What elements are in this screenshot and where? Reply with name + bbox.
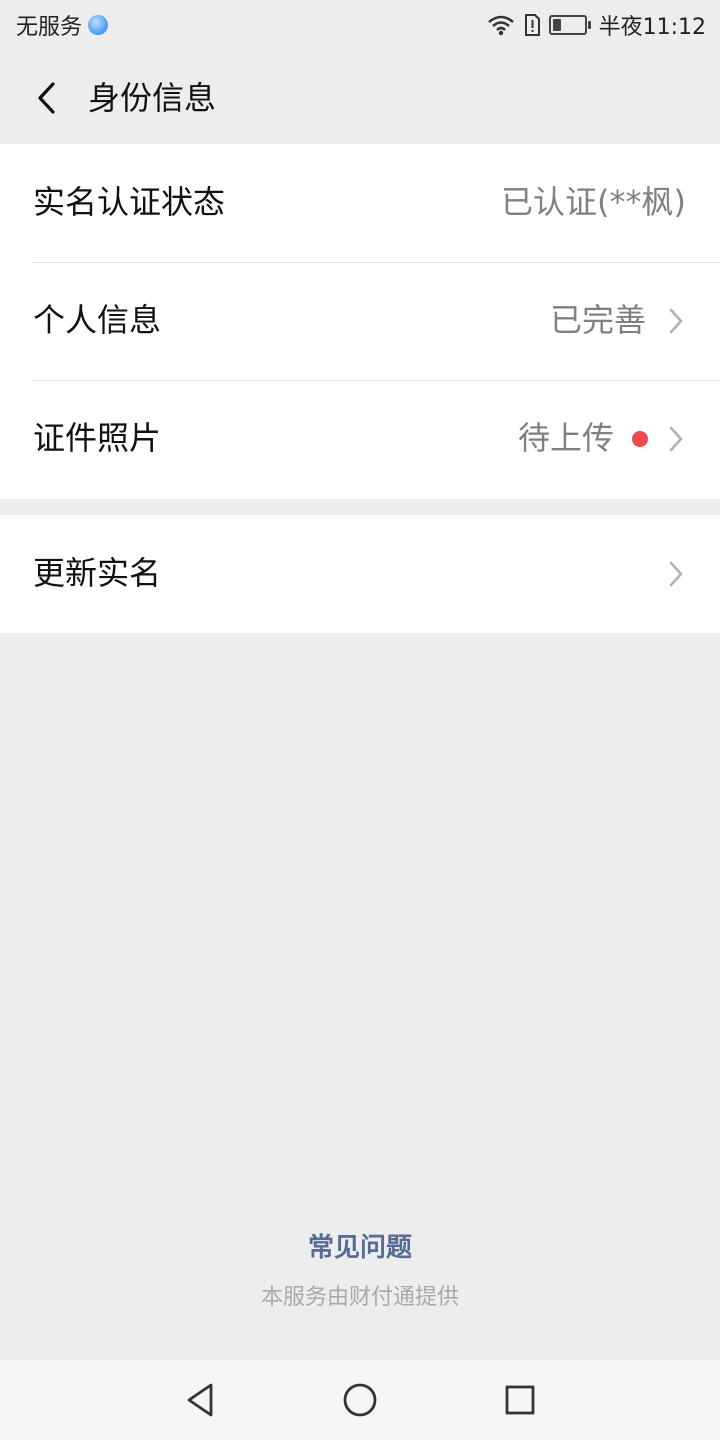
red-dot-badge: [632, 431, 648, 447]
circle-home-icon: [343, 1383, 377, 1417]
faq-link[interactable]: 常见问题: [0, 1228, 720, 1268]
system-nav-bar: [0, 1360, 720, 1440]
provider-note: 本服务由财付通提供: [260, 1285, 459, 1310]
page-title: 身份信息: [88, 79, 217, 117]
row-value: 已认证(**枫): [501, 183, 686, 221]
clock-text: 半夜11:12: [598, 15, 706, 40]
battery-icon: [548, 15, 591, 35]
chevron-left-icon: [38, 82, 55, 114]
back-button[interactable]: [22, 74, 70, 122]
row-label: 个人信息: [33, 301, 162, 339]
identity-card: 实名认证状态 已认证(**枫) 个人信息 已完善 证件照片 待上传: [0, 144, 720, 499]
status-bar: 无服务 半夜11:12: [0, 0, 720, 52]
row-label: 实名认证状态: [33, 183, 226, 221]
browser-globe-icon: [88, 15, 109, 35]
wifi-icon: [487, 15, 514, 36]
row-personal-info[interactable]: 个人信息 已完善: [0, 262, 720, 380]
row-value: 待上传: [517, 419, 614, 457]
status-left: 无服务: [16, 9, 109, 41]
row-verification-status: 实名认证状态 已认证(**枫): [0, 144, 720, 262]
update-card: 更新实名: [0, 515, 720, 633]
sim-alert-icon: [524, 14, 540, 36]
battery-level: [552, 19, 561, 31]
row-label: 更新实名: [33, 554, 162, 592]
status-right: 半夜11:12: [487, 9, 706, 41]
nav-recents-button[interactable]: [494, 1374, 546, 1426]
row-value: 已完善: [549, 301, 646, 339]
chevron-right-icon: [669, 561, 683, 587]
row-id-photos[interactable]: 证件照片 待上传: [0, 380, 720, 498]
row-update-realname[interactable]: 更新实名: [0, 515, 720, 633]
chevron-right-icon: [669, 426, 683, 452]
row-label: 证件照片: [33, 419, 162, 457]
chevron-right-icon: [669, 308, 683, 334]
header: 身份信息: [0, 52, 720, 144]
nav-back-button[interactable]: [174, 1374, 226, 1426]
carrier-text: 无服务: [16, 15, 83, 40]
triangle-back-icon: [187, 1383, 213, 1417]
square-recents-icon: [505, 1385, 535, 1415]
nav-home-button[interactable]: [334, 1374, 386, 1426]
